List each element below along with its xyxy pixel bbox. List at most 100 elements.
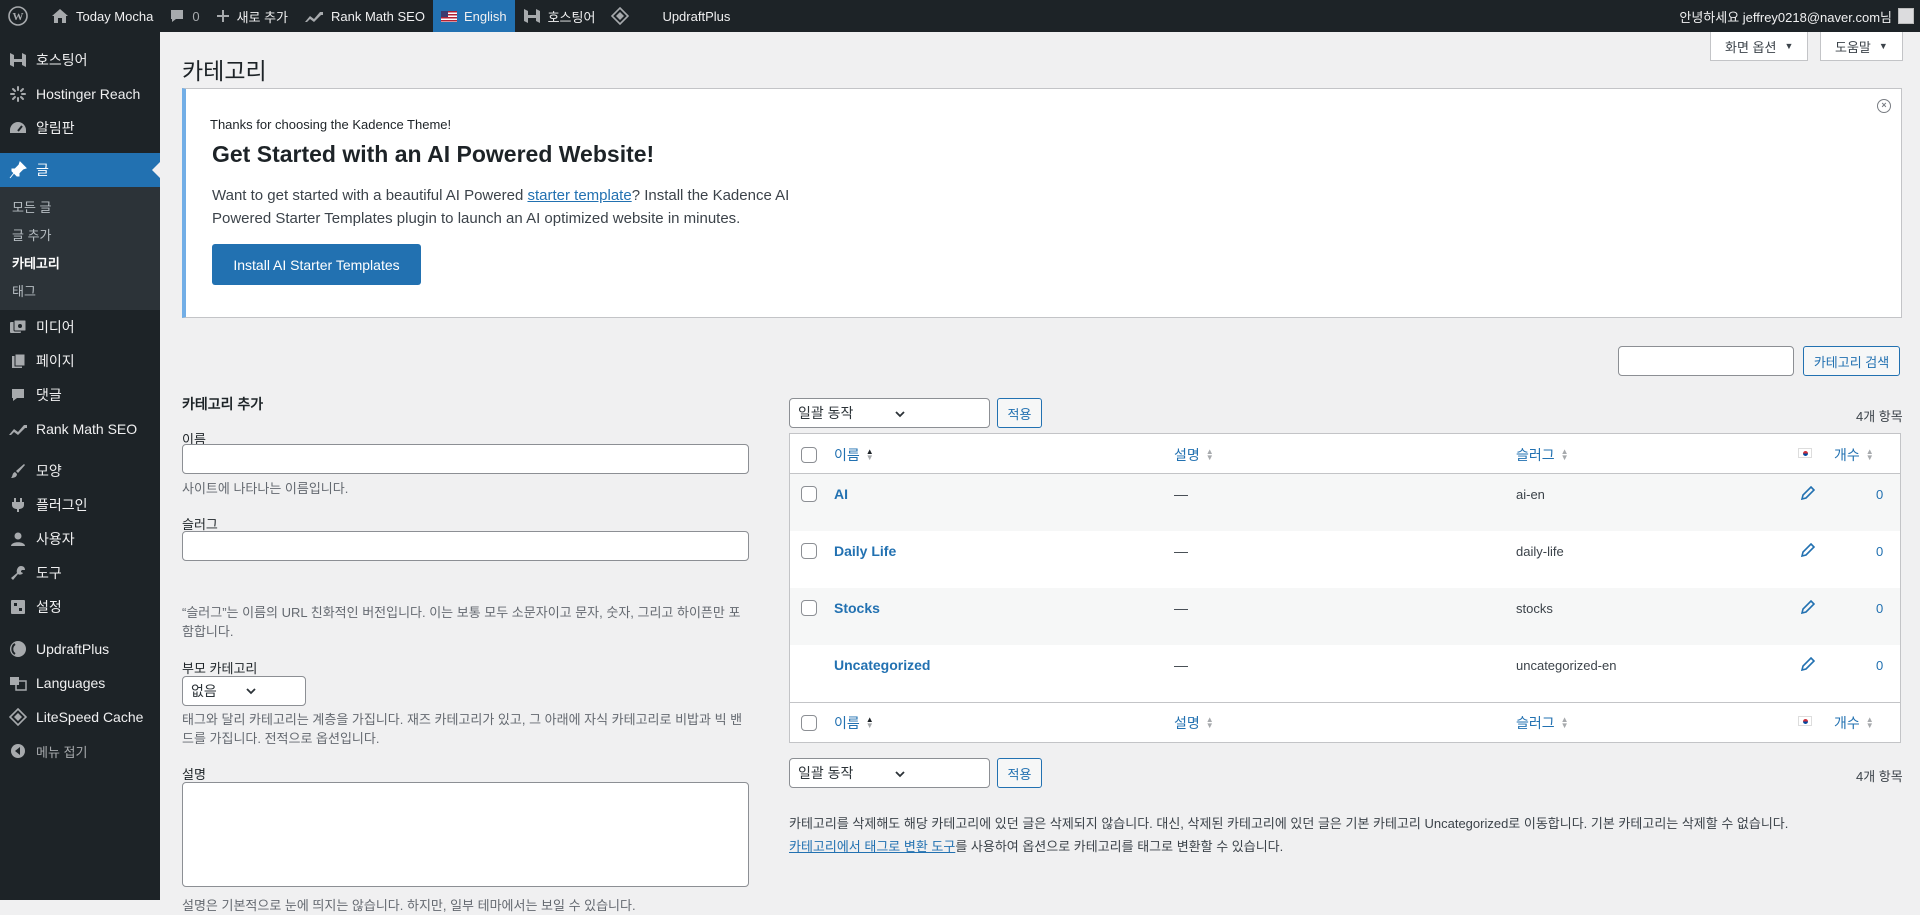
submenu-tags[interactable]: 태그	[0, 278, 160, 306]
category-name-link[interactable]: AI	[834, 486, 848, 502]
menu-label: 메뉴 접기	[36, 744, 88, 760]
bulk-action-label: 일괄 동작	[798, 405, 854, 421]
hostinger-link[interactable]: 호스팅어	[515, 0, 604, 32]
submenu-add-post[interactable]: 글 추가	[0, 222, 160, 250]
select-all-checkbox-bottom[interactable]	[801, 715, 817, 731]
menu-settings[interactable]: 설정	[0, 590, 160, 624]
menu-comments[interactable]: 댓글	[0, 378, 160, 412]
new-content-link[interactable]: 새로 추가	[208, 0, 296, 32]
dismiss-notice-icon[interactable]: ×	[1877, 99, 1891, 113]
delete-note: 카테고리를 삭제해도 해당 카테고리에 있던 글은 삭제되지 않습니다. 대신,…	[789, 816, 1789, 831]
menu-collapse[interactable]: 메뉴 접기	[0, 734, 160, 768]
row-checkbox[interactable]	[801, 543, 817, 559]
menu-hostinger[interactable]: 호스팅어	[0, 43, 160, 77]
wordpress-logo-icon[interactable]: W	[0, 0, 43, 32]
row-checkbox[interactable]	[801, 486, 817, 502]
description-textarea[interactable]	[182, 782, 749, 887]
apply-button-top[interactable]: 적용	[997, 398, 1042, 428]
parent-category-select[interactable]: 없음	[182, 676, 306, 706]
help-button[interactable]: 도움말 ▼	[1820, 32, 1903, 61]
select-all-checkbox[interactable]	[801, 447, 817, 463]
svg-text:W: W	[13, 11, 24, 23]
menu-label: 호스팅어	[36, 52, 88, 68]
description-label: 설명	[182, 767, 206, 782]
pencil-edit-icon[interactable]	[1800, 656, 1816, 674]
user-icon	[8, 529, 28, 549]
category-count-link[interactable]: 0	[1876, 487, 1883, 502]
name-input[interactable]	[182, 444, 749, 474]
starter-template-link[interactable]: starter template	[527, 187, 631, 204]
menu-languages[interactable]: Languages	[0, 666, 160, 700]
menu-rankmath[interactable]: Rank Math SEO	[0, 412, 160, 446]
brush-icon	[8, 461, 28, 481]
submenu-all-posts[interactable]: 모든 글	[0, 194, 160, 222]
table-footer: 이름 ▲ ▼ 설명 ▲ ▼ 슬러그 ▲ ▼ 개수 ▲ ▼	[790, 702, 1900, 742]
menu-litespeed[interactable]: LiteSpeed Cache	[0, 700, 160, 734]
main-content: 카테고리 화면 옵션 ▼ 도움말 ▼ Thanks for choosing t…	[160, 32, 1920, 913]
comments-link[interactable]: 0	[161, 0, 207, 32]
column-count-sort-bottom[interactable]: 개수 ▲ ▼	[1834, 713, 1874, 733]
category-count-link[interactable]: 0	[1876, 601, 1883, 616]
litespeed-icon	[611, 7, 630, 25]
category-count-link[interactable]: 0	[1876, 544, 1883, 559]
caret-down-icon: ▼	[1784, 41, 1794, 51]
menu-label: Hostinger Reach	[36, 86, 141, 102]
column-name-sort-bottom[interactable]: 이름 ▲ ▼	[834, 713, 874, 733]
column-slug-sort-bottom[interactable]: 슬러그 ▲ ▼	[1516, 713, 1569, 733]
category-name-link[interactable]: Uncategorized	[834, 657, 930, 673]
bulk-action-select-bottom[interactable]: 일괄 동작	[789, 758, 990, 788]
category-description: —	[1174, 657, 1188, 673]
category-name-link[interactable]: Stocks	[834, 600, 880, 616]
submenu-categories[interactable]: 카테고리	[0, 250, 160, 278]
menu-plugins[interactable]: 플러그인	[0, 488, 160, 522]
column-description-label: 설명	[1174, 447, 1200, 463]
collapse-icon	[8, 741, 28, 761]
litespeed-link[interactable]	[603, 0, 644, 32]
plus-icon	[216, 10, 229, 22]
category-name-link[interactable]: Daily Life	[834, 543, 896, 559]
pencil-edit-icon[interactable]	[1800, 599, 1816, 617]
screen-options-button[interactable]: 화면 옵션 ▼	[1710, 32, 1809, 61]
table-header: 이름 ▲ ▼ 설명 ▲ ▼ 슬러그 ▲ ▼ 개수 ▲ ▼	[790, 434, 1900, 474]
column-name-sort[interactable]: 이름 ▲ ▼	[834, 445, 874, 465]
bulk-action-select-top[interactable]: 일괄 동작	[789, 398, 990, 428]
wrench-icon	[8, 563, 28, 583]
my-account[interactable]: 안녕하세요 jeffrey0218@naver.com님	[1671, 0, 1920, 32]
apply-button-bottom[interactable]: 적용	[997, 758, 1042, 788]
menu-dashboard[interactable]: 알림판	[0, 111, 160, 145]
category-slug: ai-en	[1516, 487, 1545, 502]
pencil-edit-icon[interactable]	[1800, 485, 1816, 503]
menu-hostinger-reach[interactable]: Hostinger Reach	[0, 77, 160, 111]
slug-input[interactable]	[182, 531, 749, 561]
column-description-sort-bottom[interactable]: 설명 ▲ ▼	[1174, 713, 1214, 733]
install-ai-starter-button[interactable]: Install AI Starter Templates	[212, 244, 421, 285]
updraft-link[interactable]: UpdraftPlus	[644, 0, 738, 32]
category-search-button[interactable]: 카테고리 검색	[1803, 346, 1900, 376]
menu-updraftplus[interactable]: UpdraftPlus	[0, 632, 160, 666]
menu-appearance[interactable]: 모양	[0, 454, 160, 488]
table-row: AI — ai-en 0	[790, 474, 1900, 531]
menu-posts[interactable]: 글	[0, 153, 160, 187]
column-description-sort[interactable]: 설명 ▲ ▼	[1174, 445, 1214, 465]
menu-pages[interactable]: 페이지	[0, 344, 160, 378]
row-checkbox[interactable]	[801, 600, 817, 616]
menu-users[interactable]: 사용자	[0, 522, 160, 556]
site-name-link[interactable]: Today Mocha	[43, 0, 161, 32]
hostinger-icon	[8, 50, 28, 70]
menu-tools[interactable]: 도구	[0, 556, 160, 590]
sort-icon: ▲ ▼	[1560, 715, 1569, 730]
admin-sidebar: 호스팅어 Hostinger Reach 알림판 글 모든 글 글 추가 카테고…	[0, 32, 160, 900]
table-row: Uncategorized — uncategorized-en 0	[790, 645, 1900, 702]
category-search-input[interactable]	[1618, 346, 1794, 376]
column-count-sort[interactable]: 개수 ▲ ▼	[1834, 445, 1874, 465]
language-switcher[interactable]: English	[432, 0, 515, 32]
category-count-link[interactable]: 0	[1876, 658, 1883, 673]
rankmath-link[interactable]: Rank Math SEO	[296, 0, 433, 32]
table-row: Stocks — stocks 0	[790, 588, 1900, 645]
menu-label: 댓글	[36, 387, 62, 403]
pencil-edit-icon[interactable]	[1800, 542, 1816, 560]
home-icon	[52, 9, 68, 23]
menu-media[interactable]: 미디어	[0, 310, 160, 344]
converter-link[interactable]: 카테고리에서 태그로 변환 도구	[789, 839, 955, 854]
column-slug-sort[interactable]: 슬러그 ▲ ▼	[1516, 445, 1569, 465]
